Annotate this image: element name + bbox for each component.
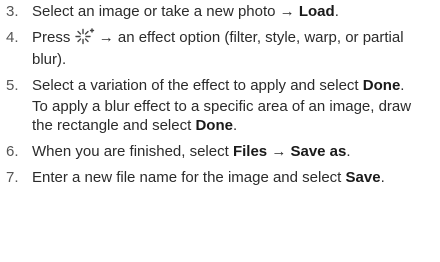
step-number: 6.: [6, 143, 19, 160]
period: .: [334, 3, 339, 20]
done-label: Done: [362, 77, 401, 94]
step-number: 3.: [6, 3, 19, 20]
save-label: Save: [345, 169, 381, 186]
step-text: When you are finished, select: [32, 143, 229, 160]
period: .: [380, 169, 385, 186]
step-number: 7.: [6, 169, 19, 186]
done-label: Done: [195, 117, 233, 134]
period: .: [400, 77, 405, 94]
step-5-note: To apply a blur effect to a specific are…: [32, 97, 434, 135]
step-6: 6. When you are finished, select Files →…: [6, 142, 434, 161]
load-label: Load: [298, 3, 335, 20]
steps-list: 3. Select an image or take a new photo →…: [6, 2, 434, 187]
step-7: 7. Enter a new file name for the image a…: [6, 168, 434, 187]
period: .: [346, 143, 351, 160]
step-text: Press: [32, 29, 71, 46]
step-text: Enter a new file name for the image and …: [32, 169, 342, 186]
arrow: →: [279, 3, 295, 20]
period: .: [232, 117, 238, 134]
step-3: 3. Select an image or take a new photo →…: [6, 2, 434, 21]
step-4: 4. Press → an effect option (filter, sty…: [6, 28, 434, 69]
instructions-page: 3. Select an image or take a new photo →…: [0, 0, 440, 262]
step-number: 5.: [6, 77, 19, 94]
sparkle-effect-icon: [74, 28, 95, 50]
arrow: →: [271, 143, 287, 160]
step-text: Select a variation of the effect to appl…: [32, 77, 359, 94]
step-5: 5. Select a variation of the effect to a…: [6, 76, 434, 135]
save-as-label: Save as: [290, 143, 347, 160]
files-label: Files: [232, 143, 268, 160]
arrow: →: [98, 29, 114, 46]
step-text: Select an image or take a new photo: [32, 3, 276, 20]
step-number: 4.: [6, 29, 19, 46]
